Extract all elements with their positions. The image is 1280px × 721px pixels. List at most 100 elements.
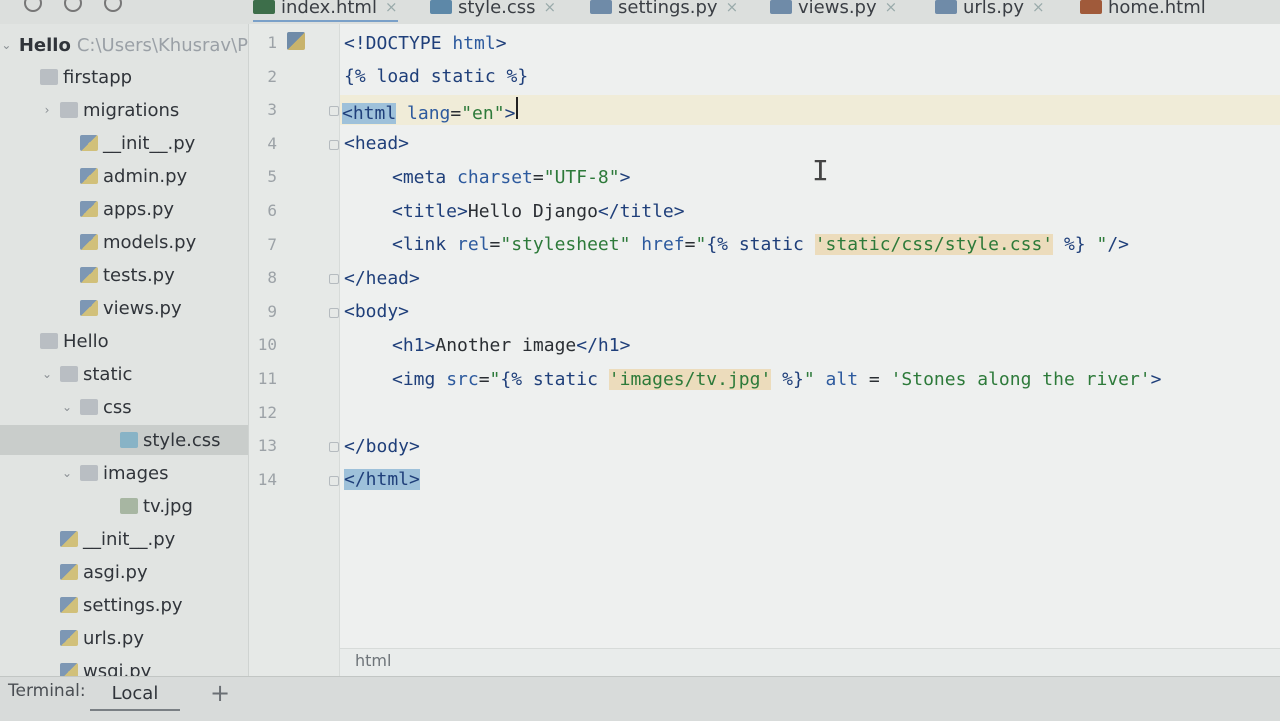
tree-item-label: tests.py bbox=[103, 264, 175, 286]
fold-marker-icon[interactable] bbox=[329, 475, 339, 486]
html-file-icon bbox=[1080, 0, 1102, 14]
tree-item-label: firstapp bbox=[63, 66, 133, 88]
python-file-icon bbox=[80, 168, 98, 184]
code-line[interactable] bbox=[342, 398, 344, 428]
code-line[interactable]: </head> bbox=[342, 263, 420, 293]
code-line[interactable]: <img src="{% static 'images/tv.jpg' %}" … bbox=[342, 364, 1162, 394]
code-line[interactable]: <link rel="stylesheet" href="{% static '… bbox=[342, 230, 1129, 260]
tab-home-html[interactable]: home.html bbox=[1080, 0, 1206, 20]
tab-views-py[interactable]: views.py × bbox=[770, 0, 897, 20]
tree-item-label: asgi.py bbox=[83, 561, 148, 583]
code-line[interactable]: {% load static %} bbox=[342, 62, 528, 92]
tree-file[interactable]: style.css bbox=[0, 425, 248, 455]
tree-file[interactable]: __init__.py bbox=[0, 128, 248, 158]
chevron-down-icon[interactable]: ⌄ bbox=[60, 400, 74, 414]
add-terminal-button[interactable]: + bbox=[210, 679, 230, 707]
tree-file[interactable]: wsgi.py bbox=[0, 656, 248, 677]
tree-file[interactable]: admin.py bbox=[0, 161, 248, 191]
code-line[interactable]: <!DOCTYPE html> bbox=[342, 28, 507, 58]
fold-marker-icon[interactable] bbox=[329, 307, 339, 318]
python-file-icon bbox=[60, 531, 78, 547]
tree-file[interactable]: settings.py bbox=[0, 590, 248, 620]
code-token: "UTF-8" bbox=[543, 166, 620, 188]
tab-label: settings.py bbox=[618, 0, 718, 18]
terminal-label: Terminal: bbox=[8, 681, 86, 701]
chevron-down-icon[interactable]: ⌄ bbox=[40, 367, 54, 381]
tree-folder[interactable]: ⌄ images bbox=[0, 458, 248, 488]
tree-item-label: migrations bbox=[83, 99, 180, 121]
chevron-right-icon[interactable]: › bbox=[40, 103, 54, 117]
close-icon[interactable]: × bbox=[726, 0, 739, 16]
python-file-icon bbox=[60, 630, 78, 646]
code-line[interactable]: <html lang="en"> bbox=[340, 95, 1280, 126]
settings-icon[interactable] bbox=[24, 0, 42, 12]
tab-index-html[interactable]: index.html × bbox=[253, 0, 398, 22]
tree-file[interactable]: models.py bbox=[0, 227, 248, 257]
gear-icon[interactable] bbox=[64, 0, 82, 12]
tree-item-label: images bbox=[103, 462, 169, 484]
code-line-content: <title>Hello Django</title> bbox=[342, 201, 685, 222]
code-line[interactable]: <head> bbox=[342, 129, 409, 159]
code-line-content: <body> bbox=[342, 301, 409, 322]
tab-urls-py[interactable]: urls.py × bbox=[935, 0, 1045, 20]
terminal-tab-local[interactable]: Local bbox=[90, 677, 180, 711]
close-icon[interactable]: × bbox=[885, 0, 898, 16]
code-token: /> bbox=[1107, 234, 1130, 256]
code-editor[interactable]: <!DOCTYPE html> {% load static %} <html la… bbox=[340, 24, 1280, 654]
tree-file[interactable]: tests.py bbox=[0, 260, 248, 290]
tree-file[interactable]: views.py bbox=[0, 293, 248, 323]
python-file-icon bbox=[60, 663, 78, 676]
python-file-icon bbox=[60, 564, 78, 580]
tab-settings-py[interactable]: settings.py × bbox=[590, 0, 738, 20]
close-icon[interactable]: × bbox=[544, 0, 557, 16]
code-line-content: {% load static %} bbox=[342, 66, 528, 87]
tree-folder[interactable]: › migrations bbox=[0, 95, 248, 125]
fold-marker-icon[interactable] bbox=[329, 139, 339, 150]
code-token: = bbox=[489, 234, 501, 256]
terminal-tool-window-bar: Terminal: Local + bbox=[0, 676, 1280, 721]
css-file-icon bbox=[430, 0, 452, 14]
hide-icon[interactable] bbox=[104, 0, 122, 12]
code-line[interactable]: <body> bbox=[342, 297, 409, 327]
tab-label: urls.py bbox=[963, 0, 1024, 18]
fold-marker-icon[interactable] bbox=[329, 442, 339, 453]
code-line[interactable]: </body> bbox=[342, 431, 420, 461]
code-line[interactable]: <h1>Another image</h1> bbox=[342, 330, 630, 360]
code-token: > bbox=[504, 102, 516, 124]
line-number: 4 bbox=[267, 133, 277, 153]
python-file-icon bbox=[770, 0, 792, 14]
project-root[interactable]: ⌄ Hello C:\Users\Khusrav\P bbox=[0, 30, 248, 60]
tree-file[interactable]: asgi.py bbox=[0, 557, 248, 587]
code-line[interactable]: <meta charset="UTF-8"> bbox=[342, 162, 630, 192]
tree-folder[interactable]: ⌄ css bbox=[0, 392, 248, 422]
line-number: 6 bbox=[267, 201, 277, 220]
close-icon[interactable]: × bbox=[1032, 0, 1045, 16]
line-number: 9 bbox=[267, 301, 277, 321]
close-icon[interactable]: × bbox=[385, 0, 398, 16]
code-token: " bbox=[489, 368, 501, 390]
tree-folder[interactable]: ⌄ static bbox=[0, 359, 248, 389]
tree-folder[interactable]: firstapp bbox=[0, 62, 248, 92]
tree-file[interactable]: __init__.py bbox=[0, 524, 248, 554]
code-token: <!DOCTYPE bbox=[344, 32, 453, 54]
tree-item-label: wsgi.py bbox=[83, 660, 152, 677]
html-file-icon bbox=[253, 0, 275, 14]
code-line[interactable]: <title>Hello Django</title> bbox=[342, 196, 685, 226]
tree-folder[interactable]: Hello bbox=[0, 326, 248, 356]
tree-item-label: __init__.py bbox=[103, 132, 196, 154]
tree-file[interactable]: apps.py bbox=[0, 194, 248, 224]
code-token: " bbox=[1085, 234, 1108, 256]
fold-marker-icon[interactable] bbox=[329, 274, 339, 285]
python-file-icon bbox=[935, 0, 957, 14]
line-number: 12 bbox=[257, 402, 277, 422]
breadcrumb-item[interactable]: html bbox=[355, 651, 391, 670]
fold-marker-icon[interactable] bbox=[329, 106, 339, 117]
code-token: " bbox=[803, 368, 826, 390]
chevron-down-icon[interactable]: ⌄ bbox=[60, 466, 74, 480]
tree-file[interactable]: urls.py bbox=[0, 623, 248, 653]
chevron-down-icon[interactable]: ⌄ bbox=[0, 38, 13, 52]
tab-style-css[interactable]: style.css × bbox=[430, 0, 556, 20]
code-line[interactable]: </html> bbox=[342, 465, 420, 495]
code-line-content: <h1>Another image</h1> bbox=[342, 335, 630, 356]
tree-file[interactable]: tv.jpg bbox=[0, 491, 248, 521]
